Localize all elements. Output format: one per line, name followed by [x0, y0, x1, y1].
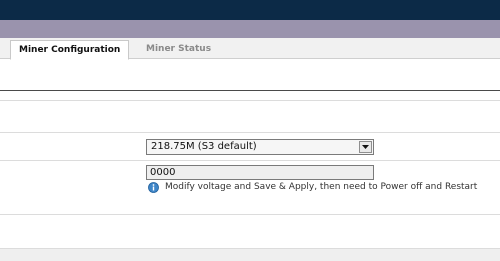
voltage-hint: Modify voltage and Save & Apply, then ne… [148, 181, 477, 193]
row-divider [0, 100, 500, 101]
tab-label: Miner Status [146, 44, 212, 54]
row-divider [0, 160, 500, 161]
row-divider [0, 214, 500, 215]
tab-miner-status[interactable]: Miner Status [138, 40, 219, 60]
hint-text: Modify voltage and Save & Apply, then ne… [165, 182, 478, 192]
frequency-select-value: 218.75M (S3 default) [151, 141, 257, 152]
frequency-select[interactable]: 218.75M (S3 default) [146, 139, 374, 155]
top-header-bar [0, 0, 500, 20]
footer-band [0, 248, 500, 261]
tab-miner-configuration[interactable]: Miner Configuration [10, 40, 130, 60]
tab-label: Miner Configuration [19, 45, 121, 55]
tab-bar: Miner Configuration Miner Status [0, 38, 500, 60]
chevron-down-icon[interactable] [359, 141, 372, 153]
section-divider [0, 90, 500, 91]
voltage-input-value: 0000 [150, 167, 176, 178]
row-divider [0, 132, 500, 133]
voltage-input[interactable]: 0000 [146, 165, 374, 180]
header-band [0, 20, 500, 38]
info-icon [148, 181, 159, 193]
